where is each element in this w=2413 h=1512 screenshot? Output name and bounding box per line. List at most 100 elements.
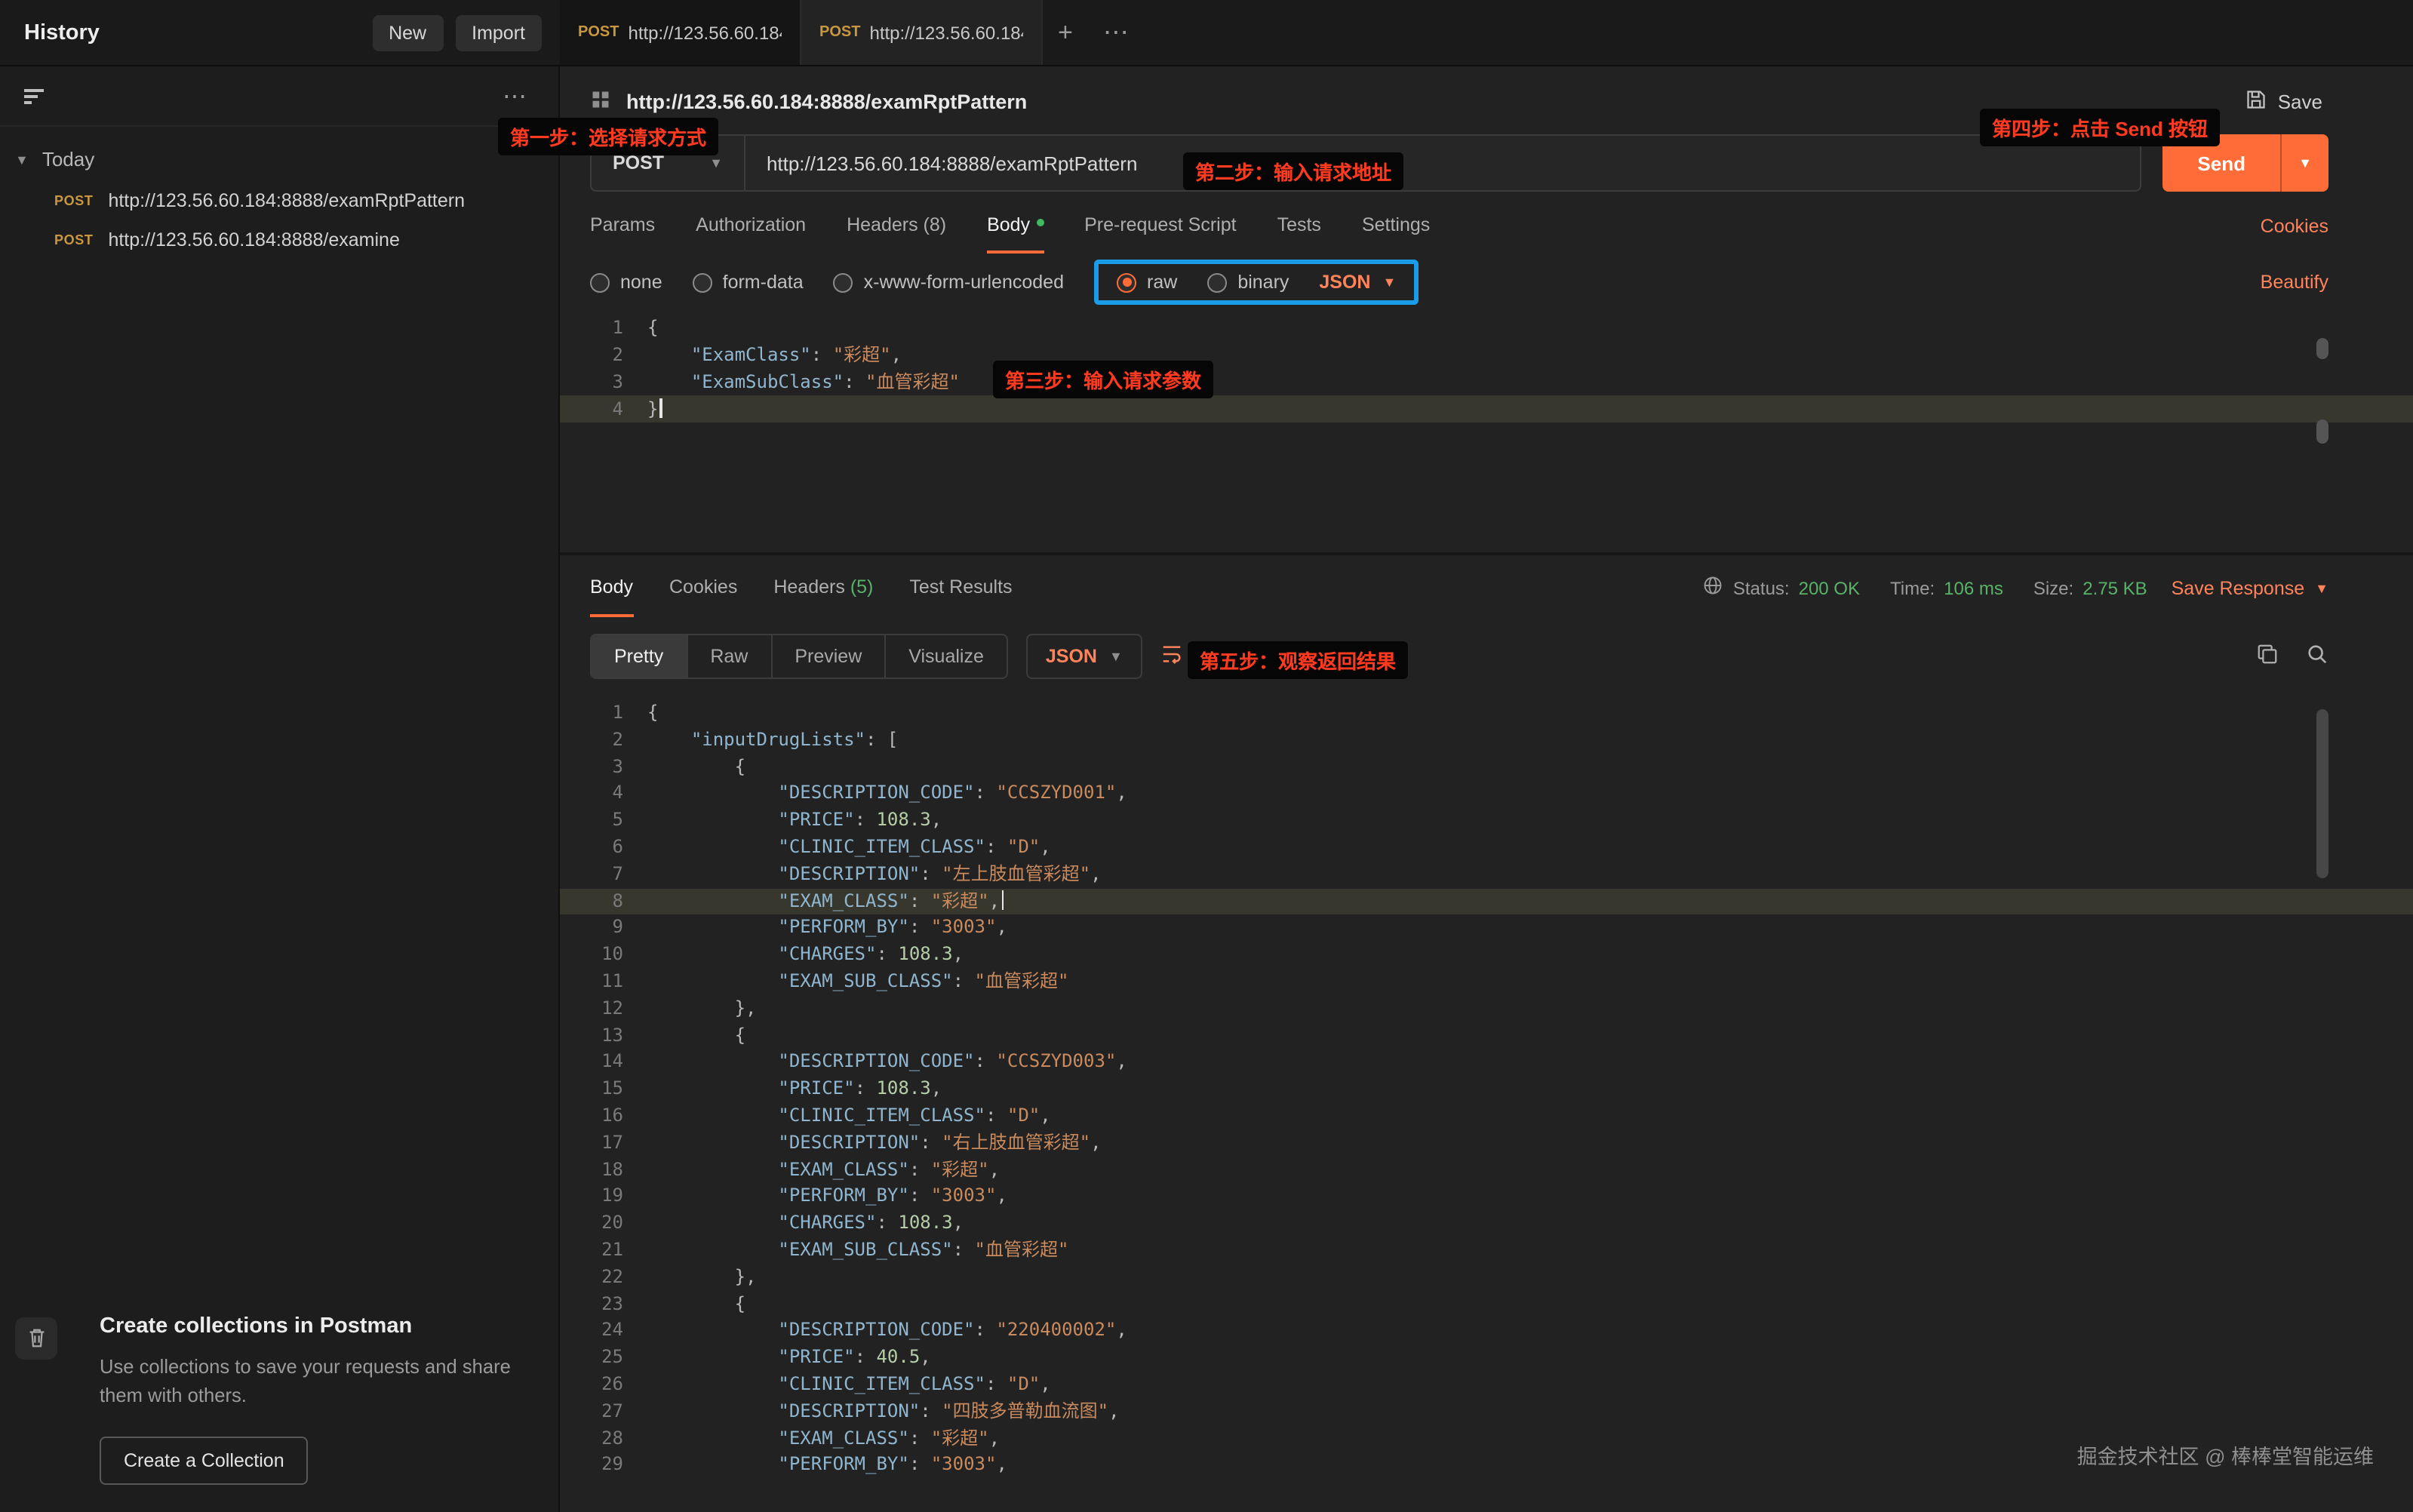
response-tab-test-results[interactable]: Test Results — [909, 576, 1012, 616]
promo-title: Create collections in Postman — [100, 1314, 530, 1338]
view-mode-segment: Pretty Raw Preview Visualize — [590, 634, 1008, 679]
tab-options-icon[interactable]: ⋯ — [1088, 0, 1144, 65]
tab-settings[interactable]: Settings — [1362, 214, 1430, 254]
import-button[interactable]: Import — [455, 14, 542, 51]
code-text: "PRICE": 108.3, — [623, 807, 942, 834]
status-value: 200 OK — [1799, 577, 1860, 598]
new-button[interactable]: New — [372, 14, 443, 51]
line-number: 16 — [560, 1103, 623, 1130]
cookies-link[interactable]: Cookies — [2261, 216, 2328, 252]
save-response-dropdown[interactable]: Save Response ▼ — [2172, 577, 2328, 598]
tab-url-label: http://123.56.60.184:888 — [628, 22, 782, 43]
radio-icon — [1207, 272, 1227, 292]
code-line: 26 "CLINIC_ITEM_CLASS": "D", — [560, 1372, 2413, 1399]
code-text: "PRICE": 108.3, — [623, 1076, 942, 1103]
response-tab-cookies[interactable]: Cookies — [669, 576, 737, 616]
view-preview[interactable]: Preview — [772, 635, 886, 678]
radio-raw[interactable]: raw — [1117, 272, 1177, 293]
tab-headers[interactable]: Headers (8) — [847, 214, 946, 254]
scrollbar-thumb[interactable] — [2316, 709, 2328, 878]
radio-form-data[interactable]: form-data — [693, 272, 804, 293]
code-line: 17 "DESCRIPTION": "右上肢血管彩超", — [560, 1130, 2413, 1157]
response-tab-headers[interactable]: Headers (5) — [773, 576, 873, 616]
code-line: 3 "ExamSubClass": "血管彩超" — [560, 368, 2413, 395]
save-button[interactable]: Save — [2246, 89, 2322, 115]
time-label: Time: — [1890, 577, 1935, 598]
code-text: "PERFORM_BY": "3003", — [623, 915, 1007, 942]
body-format-select[interactable]: JSON▼ — [1319, 272, 1396, 293]
search-icon[interactable] — [2306, 643, 2328, 670]
annotation-step2: 第二步：输入请求地址 — [1183, 152, 1403, 190]
view-raw[interactable]: Raw — [687, 635, 772, 678]
method-post-badge: POST — [54, 193, 93, 208]
code-text: "DESCRIPTION_CODE": "CCSZYD001", — [623, 781, 1127, 808]
headers-count: (5) — [850, 576, 874, 597]
code-text: "DESCRIPTION_CODE": "CCSZYD003", — [623, 1049, 1127, 1077]
history-item-examine[interactable]: POST http://123.56.60.184:8888/examine — [0, 220, 558, 260]
view-pretty[interactable]: Pretty — [592, 635, 687, 678]
url-input[interactable] — [744, 134, 2141, 192]
request-tab-1[interactable]: POST http://123.56.60.184:888 — [560, 0, 801, 65]
tab-tests[interactable]: Tests — [1277, 214, 1321, 254]
radio-x-www-form-urlencoded[interactable]: x-www-form-urlencoded — [834, 272, 1064, 293]
body-modified-dot — [1036, 219, 1044, 226]
filter-icon[interactable] — [24, 86, 44, 108]
promo-body: Use collections to save your requests an… — [100, 1351, 530, 1409]
collections-promo: Create collections in Postman Use collec… — [0, 1314, 558, 1485]
line-number: 15 — [560, 1076, 623, 1103]
tab-method-badge: POST — [578, 24, 619, 41]
size-value: 2.75 KB — [2083, 577, 2147, 598]
code-line: 21 "EXAM_SUB_CLASS": "血管彩超" — [560, 1237, 2413, 1265]
request-title: http://123.56.60.184:8888/examRptPattern — [626, 91, 1027, 113]
code-line: 8 "EXAM_CLASS": "彩超", — [560, 888, 2413, 915]
code-line: 4} — [560, 395, 2413, 423]
scrollbar-thumb[interactable] — [2316, 419, 2328, 444]
radio-none[interactable]: none — [590, 272, 662, 293]
response-format-select[interactable]: JSON ▼ — [1026, 634, 1142, 679]
new-tab-button[interactable]: + — [1043, 0, 1088, 65]
tab-params[interactable]: Params — [590, 214, 655, 254]
code-line: 10 "CHARGES": 108.3, — [560, 942, 2413, 969]
response-meta: Status: 200 OK Time: 106 ms Size: 2.75 K… — [1703, 575, 2328, 617]
request-body-editor[interactable]: 1{2 "ExamClass": "彩超",3 "ExamSubClass": … — [560, 314, 2413, 552]
copy-icon[interactable] — [2256, 643, 2279, 670]
tab-authorization[interactable]: Authorization — [696, 214, 806, 254]
radio-icon — [693, 272, 712, 292]
view-visualize[interactable]: Visualize — [886, 635, 1007, 678]
history-item-examrptpattern[interactable]: POST http://123.56.60.184:8888/examRptPa… — [0, 181, 558, 220]
collection-icon — [15, 1317, 57, 1359]
line-number: 2 — [560, 341, 623, 368]
request-tab-2[interactable]: POST http://123.56.60.184:888 — [801, 0, 1043, 65]
line-number: 7 — [560, 862, 623, 889]
time-value: 106 ms — [1944, 577, 2003, 598]
tab-body[interactable]: Body — [987, 214, 1044, 254]
line-number: 14 — [560, 1049, 623, 1077]
code-text: } — [623, 395, 662, 423]
response-tab-body[interactable]: Body — [590, 576, 633, 616]
history-group-today[interactable]: ▼ Today — [0, 127, 558, 181]
code-text: "DESCRIPTION_CODE": "220400002", — [623, 1318, 1127, 1345]
code-text: { — [623, 1291, 745, 1318]
code-text: "CHARGES": 108.3, — [623, 942, 964, 969]
radio-binary[interactable]: binary — [1207, 272, 1289, 293]
history-url: http://123.56.60.184:8888/examRptPattern — [108, 190, 465, 211]
history-more-icon[interactable]: ⋯ — [503, 81, 528, 112]
code-text: "PRICE": 40.5, — [623, 1345, 931, 1372]
line-number: 12 — [560, 996, 623, 1023]
send-options-button[interactable]: ▼ — [2280, 134, 2328, 192]
create-collection-button[interactable]: Create a Collection — [100, 1437, 309, 1485]
tab-pre-request-script[interactable]: Pre-request Script — [1084, 214, 1236, 254]
code-line: 25 "PRICE": 40.5, — [560, 1345, 2413, 1372]
code-line: 1{ — [560, 700, 2413, 727]
beautify-link[interactable]: Beautify — [2261, 272, 2328, 293]
radio-icon — [1117, 272, 1136, 292]
line-number: 8 — [560, 888, 623, 915]
line-number: 22 — [560, 1264, 623, 1291]
line-number: 23 — [560, 1291, 623, 1318]
response-body-editor[interactable]: 1{2 "inputDrugLists": [3 {4 "DESCRIPTION… — [560, 694, 2413, 1512]
tab-strip: POST http://123.56.60.184:888 POST http:… — [560, 0, 2413, 65]
scrollbar-thumb[interactable] — [2316, 338, 2328, 359]
code-line: 16 "CLINIC_ITEM_CLASS": "D", — [560, 1103, 2413, 1130]
wrap-text-icon[interactable] — [1160, 643, 1183, 670]
line-number: 3 — [560, 368, 623, 395]
